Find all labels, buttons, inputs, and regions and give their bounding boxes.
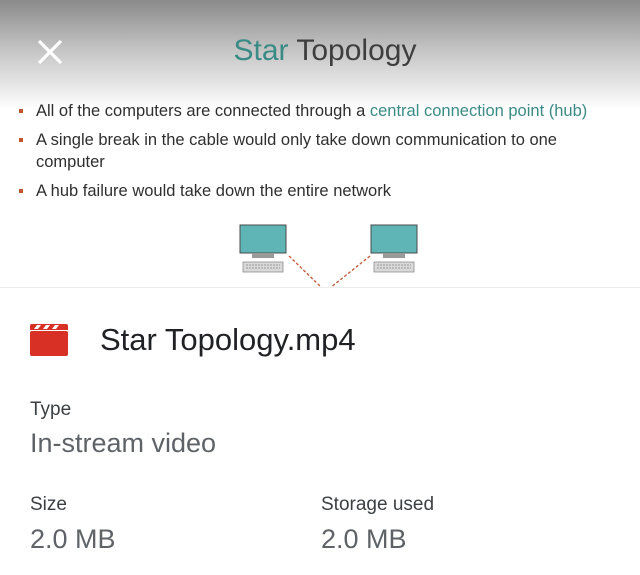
network-diagram (239, 224, 418, 287)
computer-icon (370, 224, 418, 273)
bullet-marker (19, 109, 23, 113)
file-details-sheet: Star Topology.mp4 Type In-stream video S… (0, 287, 640, 575)
bullet-marker (19, 138, 23, 142)
slide-title-rest: Topology (288, 34, 417, 67)
size-value: 2.0 MB (30, 524, 116, 554)
file-name: Star Topology.mp4 (100, 322, 356, 357)
slide-bullet: A single break in the cable would only t… (18, 129, 630, 173)
file-header: Star Topology.mp4 (30, 318, 356, 362)
size-label: Size (30, 494, 67, 515)
type-label: Type (30, 399, 72, 420)
slide-bullet: A hub failure would take down the entire… (18, 180, 630, 202)
slide-bullet: All of the computers are connected throu… (18, 100, 630, 122)
close-button[interactable] (28, 30, 72, 74)
video-preview[interactable]: Star Topology All of the computers are c… (0, 0, 640, 287)
computer-icon (239, 224, 287, 273)
close-icon (37, 39, 63, 65)
bullet-marker (19, 189, 23, 193)
slide-title-accent: Star (233, 34, 289, 67)
slide-title: Star Topology (0, 34, 640, 68)
network-link (288, 255, 322, 287)
bullet-text: All of the computers are connected throu… (36, 102, 370, 120)
bullet-text: A single break in the cable would only t… (36, 131, 557, 171)
type-value: In-stream video (30, 428, 217, 458)
storage-used-value: 2.0 MB (321, 524, 407, 554)
storage-used-label: Storage used (321, 494, 435, 515)
video-file-icon (30, 324, 68, 356)
bullet-text: A hub failure would take down the entire… (36, 182, 391, 200)
bullet-highlight: central connection point (hub) (369, 102, 588, 120)
slide-bullet-list: All of the computers are connected throu… (18, 100, 630, 209)
network-link (330, 255, 371, 287)
